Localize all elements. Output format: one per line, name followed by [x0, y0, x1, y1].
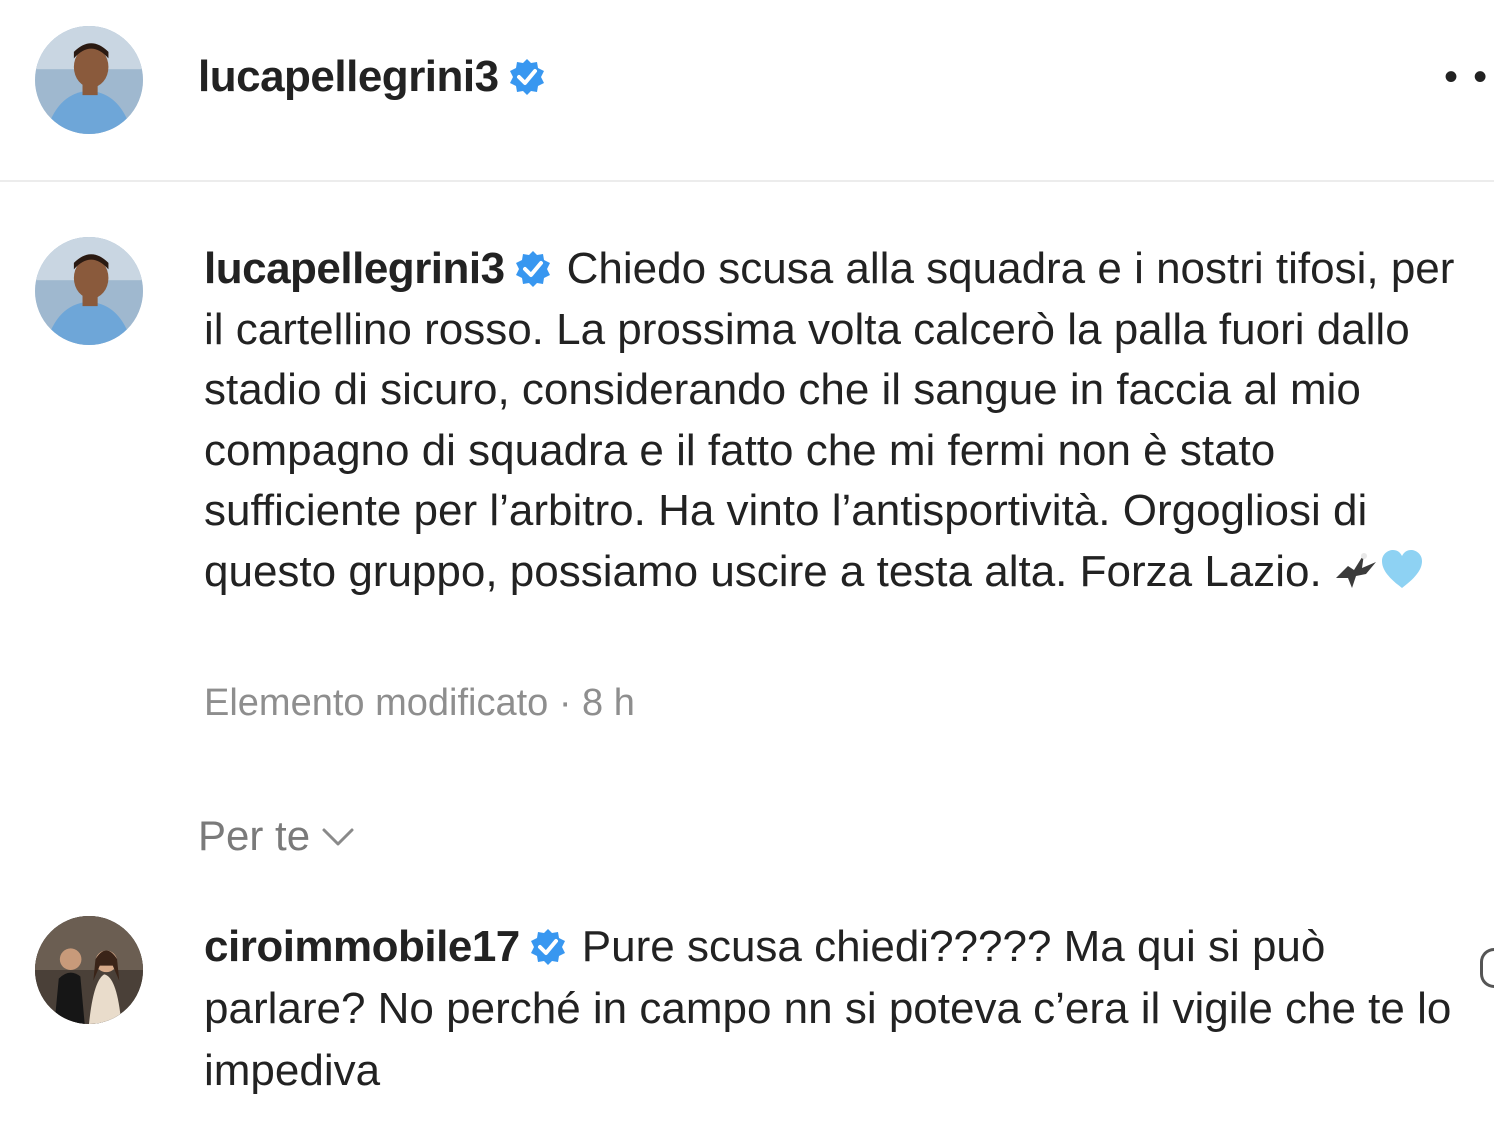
avatar[interactable]	[35, 916, 143, 1024]
header-username-text[interactable]: lucapellegrini3	[198, 52, 499, 101]
caption-text: lucapellegrini3 Chiedo scusa alla squadr…	[204, 239, 1474, 602]
comment-username-text[interactable]: ciroimmobile17	[204, 922, 520, 971]
caption-body: Chiedo scusa alla squadra e i nostri tif…	[204, 244, 1455, 596]
post-header: lucapellegrini3 • • •	[0, 0, 1494, 182]
comment-username[interactable]: ciroimmobile17	[204, 922, 568, 971]
like-icon[interactable]	[1480, 948, 1494, 988]
verified-badge-icon	[530, 929, 565, 965]
caption-meta: Elemento modificato · 8 h	[204, 682, 635, 724]
avatar[interactable]	[35, 237, 143, 345]
chevron-down-icon[interactable]	[318, 816, 358, 856]
profile-photo	[35, 237, 143, 345]
eagle-emoji	[1335, 552, 1376, 588]
verified-badge-icon	[515, 251, 550, 287]
post-caption: lucapellegrini3 Chiedo scusa alla squadr…	[0, 182, 1494, 762]
comment-item: ciroimmobile17 Pure scusa chiedi????? Ma…	[0, 900, 1494, 1129]
comment-text: ciroimmobile17 Pure scusa chiedi????? Ma…	[204, 916, 1474, 1102]
header-username[interactable]: lucapellegrini3	[198, 52, 547, 102]
caption-username[interactable]: lucapellegrini3	[204, 244, 553, 293]
profile-photo	[35, 26, 143, 134]
verified-badge-icon	[509, 59, 544, 95]
caption-username-text[interactable]: lucapellegrini3	[204, 244, 505, 293]
avatar[interactable]	[35, 26, 143, 134]
sort-label[interactable]: Per te	[198, 812, 310, 859]
light-blue-heart-emoji	[1381, 549, 1422, 588]
sort-selector[interactable]: Per te	[198, 812, 358, 860]
profile-photo	[35, 916, 143, 1024]
more-options-icon[interactable]: • • •	[1444, 62, 1494, 92]
